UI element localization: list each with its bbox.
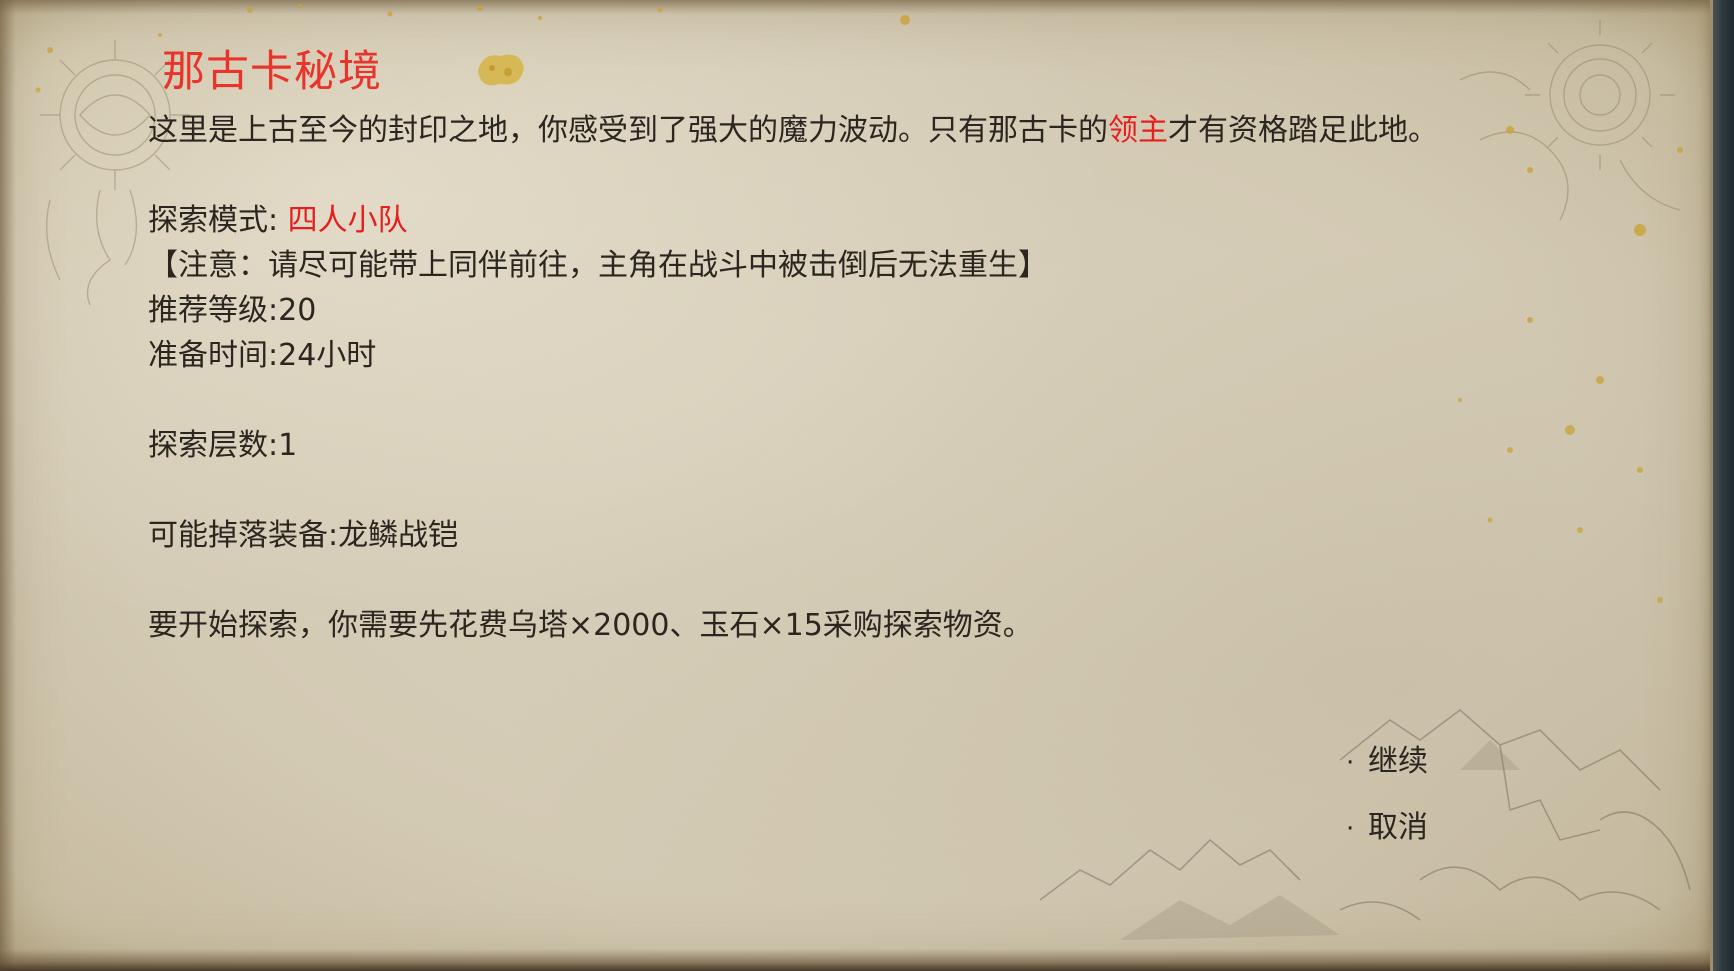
dialog-description: 这里是上古至今的封印之地，你感受到了强大的魔力波动。只有那古卡的领主才有资格踏足… bbox=[148, 109, 1438, 153]
exploration-mode-value: 四人小队 bbox=[287, 203, 408, 238]
parchment-dialog: 那古卡秘境 这里是上古至今的封印之地，你感受到了强大的魔力波动。只有那古卡的领主… bbox=[0, 0, 1713, 971]
exploration-cost: 要开始探索，你需要先花费乌塔×2000、玉石×15采购探索物资。 bbox=[148, 608, 1033, 643]
possible-drops: 可能掉落装备:龙鳞战铠 bbox=[148, 518, 459, 553]
parchment-burnt-edge bbox=[0, 949, 1710, 971]
game-screen: 那古卡秘境 这里是上古至今的封印之地，你感受到了强大的魔力波动。只有那古卡的领主… bbox=[0, 0, 1734, 971]
notice-text: 【注意：请尽可能带上同伴前往，主角在战斗中被击倒后无法重生】 bbox=[148, 248, 1048, 283]
bullet-icon: · bbox=[1346, 814, 1355, 844]
preparation-time: 准备时间:24小时 bbox=[148, 338, 377, 373]
parchment-top-edge bbox=[0, 0, 1710, 14]
exploration-mode-label: 探索模式: bbox=[148, 203, 288, 238]
bullet-icon: · bbox=[1346, 748, 1355, 778]
description-text-after: 才有资格踏足此地。 bbox=[1168, 113, 1438, 148]
exploration-floors: 探索层数:1 bbox=[148, 428, 298, 463]
recommended-level: 推荐等级:20 bbox=[148, 293, 317, 328]
dialog-title: 那古卡秘境 bbox=[162, 47, 382, 97]
continue-option[interactable]: · 继续 bbox=[1346, 740, 1428, 785]
parchment-left-edge bbox=[0, 0, 16, 971]
description-text-before: 这里是上古至今的封印之地，你感受到了强大的魔力波动。只有那古卡的 bbox=[148, 113, 1108, 148]
cancel-label: 取消 bbox=[1368, 810, 1428, 845]
cancel-option[interactable]: · 取消 bbox=[1346, 806, 1428, 851]
gold-leaf-icon bbox=[478, 54, 524, 86]
gold-flecks-right-icon bbox=[1458, 317, 1663, 603]
continue-label: 继续 bbox=[1368, 744, 1428, 779]
exploration-mode: 探索模式: 四人小队 bbox=[148, 199, 408, 243]
description-highlight: 领主 bbox=[1108, 113, 1168, 148]
ornament-topright-icon bbox=[1459, 20, 1683, 236]
